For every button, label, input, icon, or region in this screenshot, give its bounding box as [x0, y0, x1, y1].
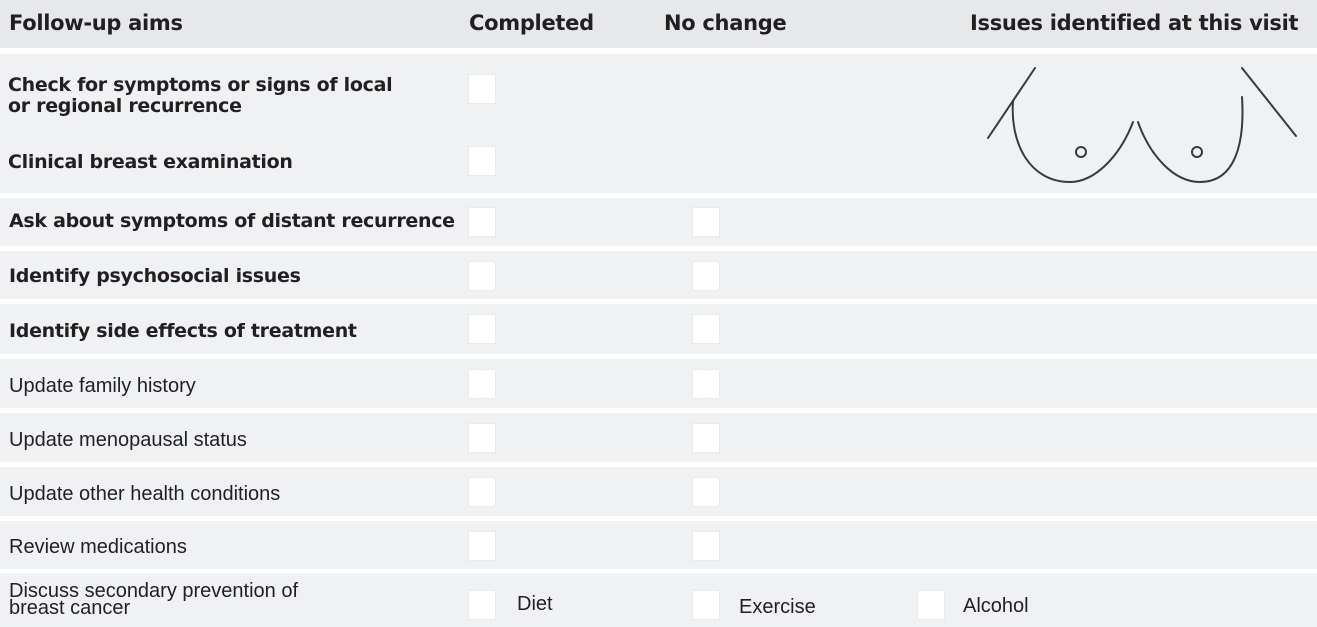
- row-label-psychosocial: Identify psychosocial issues: [9, 265, 301, 287]
- header-issues-identified: Issues identified at this visit: [970, 11, 1299, 35]
- table-row: Identify side effects of treatment: [0, 304, 1317, 354]
- alcohol-label: Alcohol: [963, 595, 1029, 617]
- no-change-checkbox-distant-recurrence[interactable]: [692, 207, 720, 237]
- table-row: Ask about symptoms of distant recurrence: [0, 198, 1317, 246]
- diet-checkbox[interactable]: [468, 590, 496, 620]
- completed-checkbox-psychosocial[interactable]: [468, 261, 496, 291]
- row-label-distant-recurrence: Ask about symptoms of distant recurrence: [9, 210, 455, 232]
- no-change-checkbox-family-history[interactable]: [692, 369, 720, 399]
- left-shoulder-line: [987, 67, 1036, 139]
- diet-label: Diet: [517, 593, 553, 615]
- completed-checkbox-clinical-exam[interactable]: [468, 146, 496, 176]
- row-label-other-health: Update other health conditions: [9, 483, 281, 505]
- table-row: Identify psychosocial issues: [0, 251, 1317, 299]
- header-completed: Completed: [469, 11, 594, 35]
- no-change-checkbox-other-health[interactable]: [692, 477, 720, 507]
- table-row-local-recurrence: Check for symptoms or signs of local or …: [0, 54, 1317, 193]
- table-row: Review medications: [0, 521, 1317, 569]
- no-change-checkbox-menopausal-status[interactable]: [692, 423, 720, 453]
- right-nipple: [1191, 146, 1203, 158]
- completed-checkbox-distant-recurrence[interactable]: [468, 207, 496, 237]
- row-label-line-2: or regional recurrence: [8, 95, 242, 117]
- header-follow-up-aims: Follow-up aims: [9, 11, 183, 35]
- exercise-label: Exercise: [739, 596, 816, 618]
- row-label-family-history: Update family history: [9, 375, 196, 397]
- row-label-line-2: breast cancer: [9, 597, 131, 619]
- completed-checkbox-family-history[interactable]: [468, 369, 496, 399]
- completed-checkbox-menopausal-status[interactable]: [468, 423, 496, 453]
- table-row: Discuss secondary prevention of breast c…: [0, 573, 1317, 627]
- completed-checkbox-local-recurrence[interactable]: [468, 74, 496, 104]
- row-label-local-recurrence: Check for symptoms or signs of local or …: [8, 74, 393, 117]
- no-change-checkbox-psychosocial[interactable]: [692, 261, 720, 291]
- right-breast-outline: [1137, 96, 1244, 184]
- table-row: Update other health conditions: [0, 467, 1317, 516]
- no-change-checkbox-side-effects[interactable]: [692, 314, 720, 344]
- left-nipple: [1075, 146, 1087, 158]
- no-change-checkbox-review-medications[interactable]: [692, 531, 720, 561]
- row-label-side-effects: Identify side effects of treatment: [9, 320, 357, 342]
- table-row: Update family history: [0, 359, 1317, 408]
- row-label-menopausal-status: Update menopausal status: [9, 429, 247, 451]
- completed-checkbox-side-effects[interactable]: [468, 314, 496, 344]
- completed-checkbox-other-health[interactable]: [468, 477, 496, 507]
- table-row: Update menopausal status: [0, 413, 1317, 462]
- row-label-clinical-exam: Clinical breast examination: [8, 151, 293, 173]
- table-header: Follow-up aims Completed No change Issue…: [0, 0, 1317, 48]
- row-label-review-medications: Review medications: [9, 536, 187, 558]
- completed-checkbox-review-medications[interactable]: [468, 531, 496, 561]
- row-label-secondary-prevention: Discuss secondary prevention of breast c…: [9, 581, 298, 619]
- right-shoulder-line: [1241, 67, 1297, 137]
- row-label-line-1: Check for symptoms or signs of local: [8, 74, 393, 96]
- exercise-checkbox[interactable]: [692, 590, 720, 620]
- left-breast-outline: [1011, 100, 1134, 184]
- alcohol-checkbox[interactable]: [917, 590, 945, 620]
- breast-diagram-icon: [987, 67, 1297, 184]
- header-no-change: No change: [664, 11, 787, 35]
